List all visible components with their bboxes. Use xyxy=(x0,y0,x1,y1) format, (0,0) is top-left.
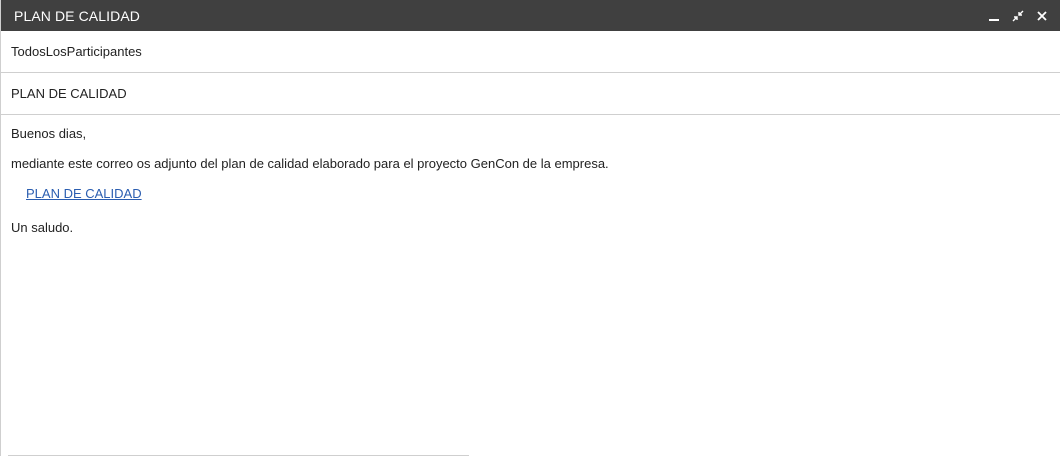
compose-title: PLAN DE CALIDAD xyxy=(14,7,140,24)
exit-fullscreen-icon xyxy=(1012,10,1024,21)
attachment-line: PLAN DE CALIDAD xyxy=(26,186,1050,202)
window-controls xyxy=(982,4,1054,28)
exit-fullscreen-button[interactable] xyxy=(1006,4,1030,28)
message-body[interactable]: Buenos dias, mediante este correo os adj… xyxy=(1,115,1060,236)
minimize-button[interactable] xyxy=(982,4,1006,28)
compose-titlebar[interactable]: PLAN DE CALIDAD xyxy=(1,0,1060,31)
subject-value: PLAN DE CALIDAD xyxy=(11,86,127,101)
compose-window: PLAN DE CALIDAD TodosLosParticipantes PL… xyxy=(0,0,1060,456)
message-text: mediante este correo os adjunto del plan… xyxy=(11,156,609,171)
recipients-value: TodosLosParticipantes xyxy=(11,44,142,59)
closing-text: Un saludo. xyxy=(11,220,74,235)
close-button[interactable] xyxy=(1030,4,1054,28)
attachment-link[interactable]: PLAN DE CALIDAD xyxy=(26,186,142,201)
minimize-icon xyxy=(989,18,999,21)
close-icon xyxy=(1037,10,1047,21)
recipients-field[interactable]: TodosLosParticipantes xyxy=(1,31,1060,73)
greeting-text: Buenos dias, xyxy=(11,126,87,141)
subject-field[interactable]: PLAN DE CALIDAD xyxy=(1,73,1060,115)
